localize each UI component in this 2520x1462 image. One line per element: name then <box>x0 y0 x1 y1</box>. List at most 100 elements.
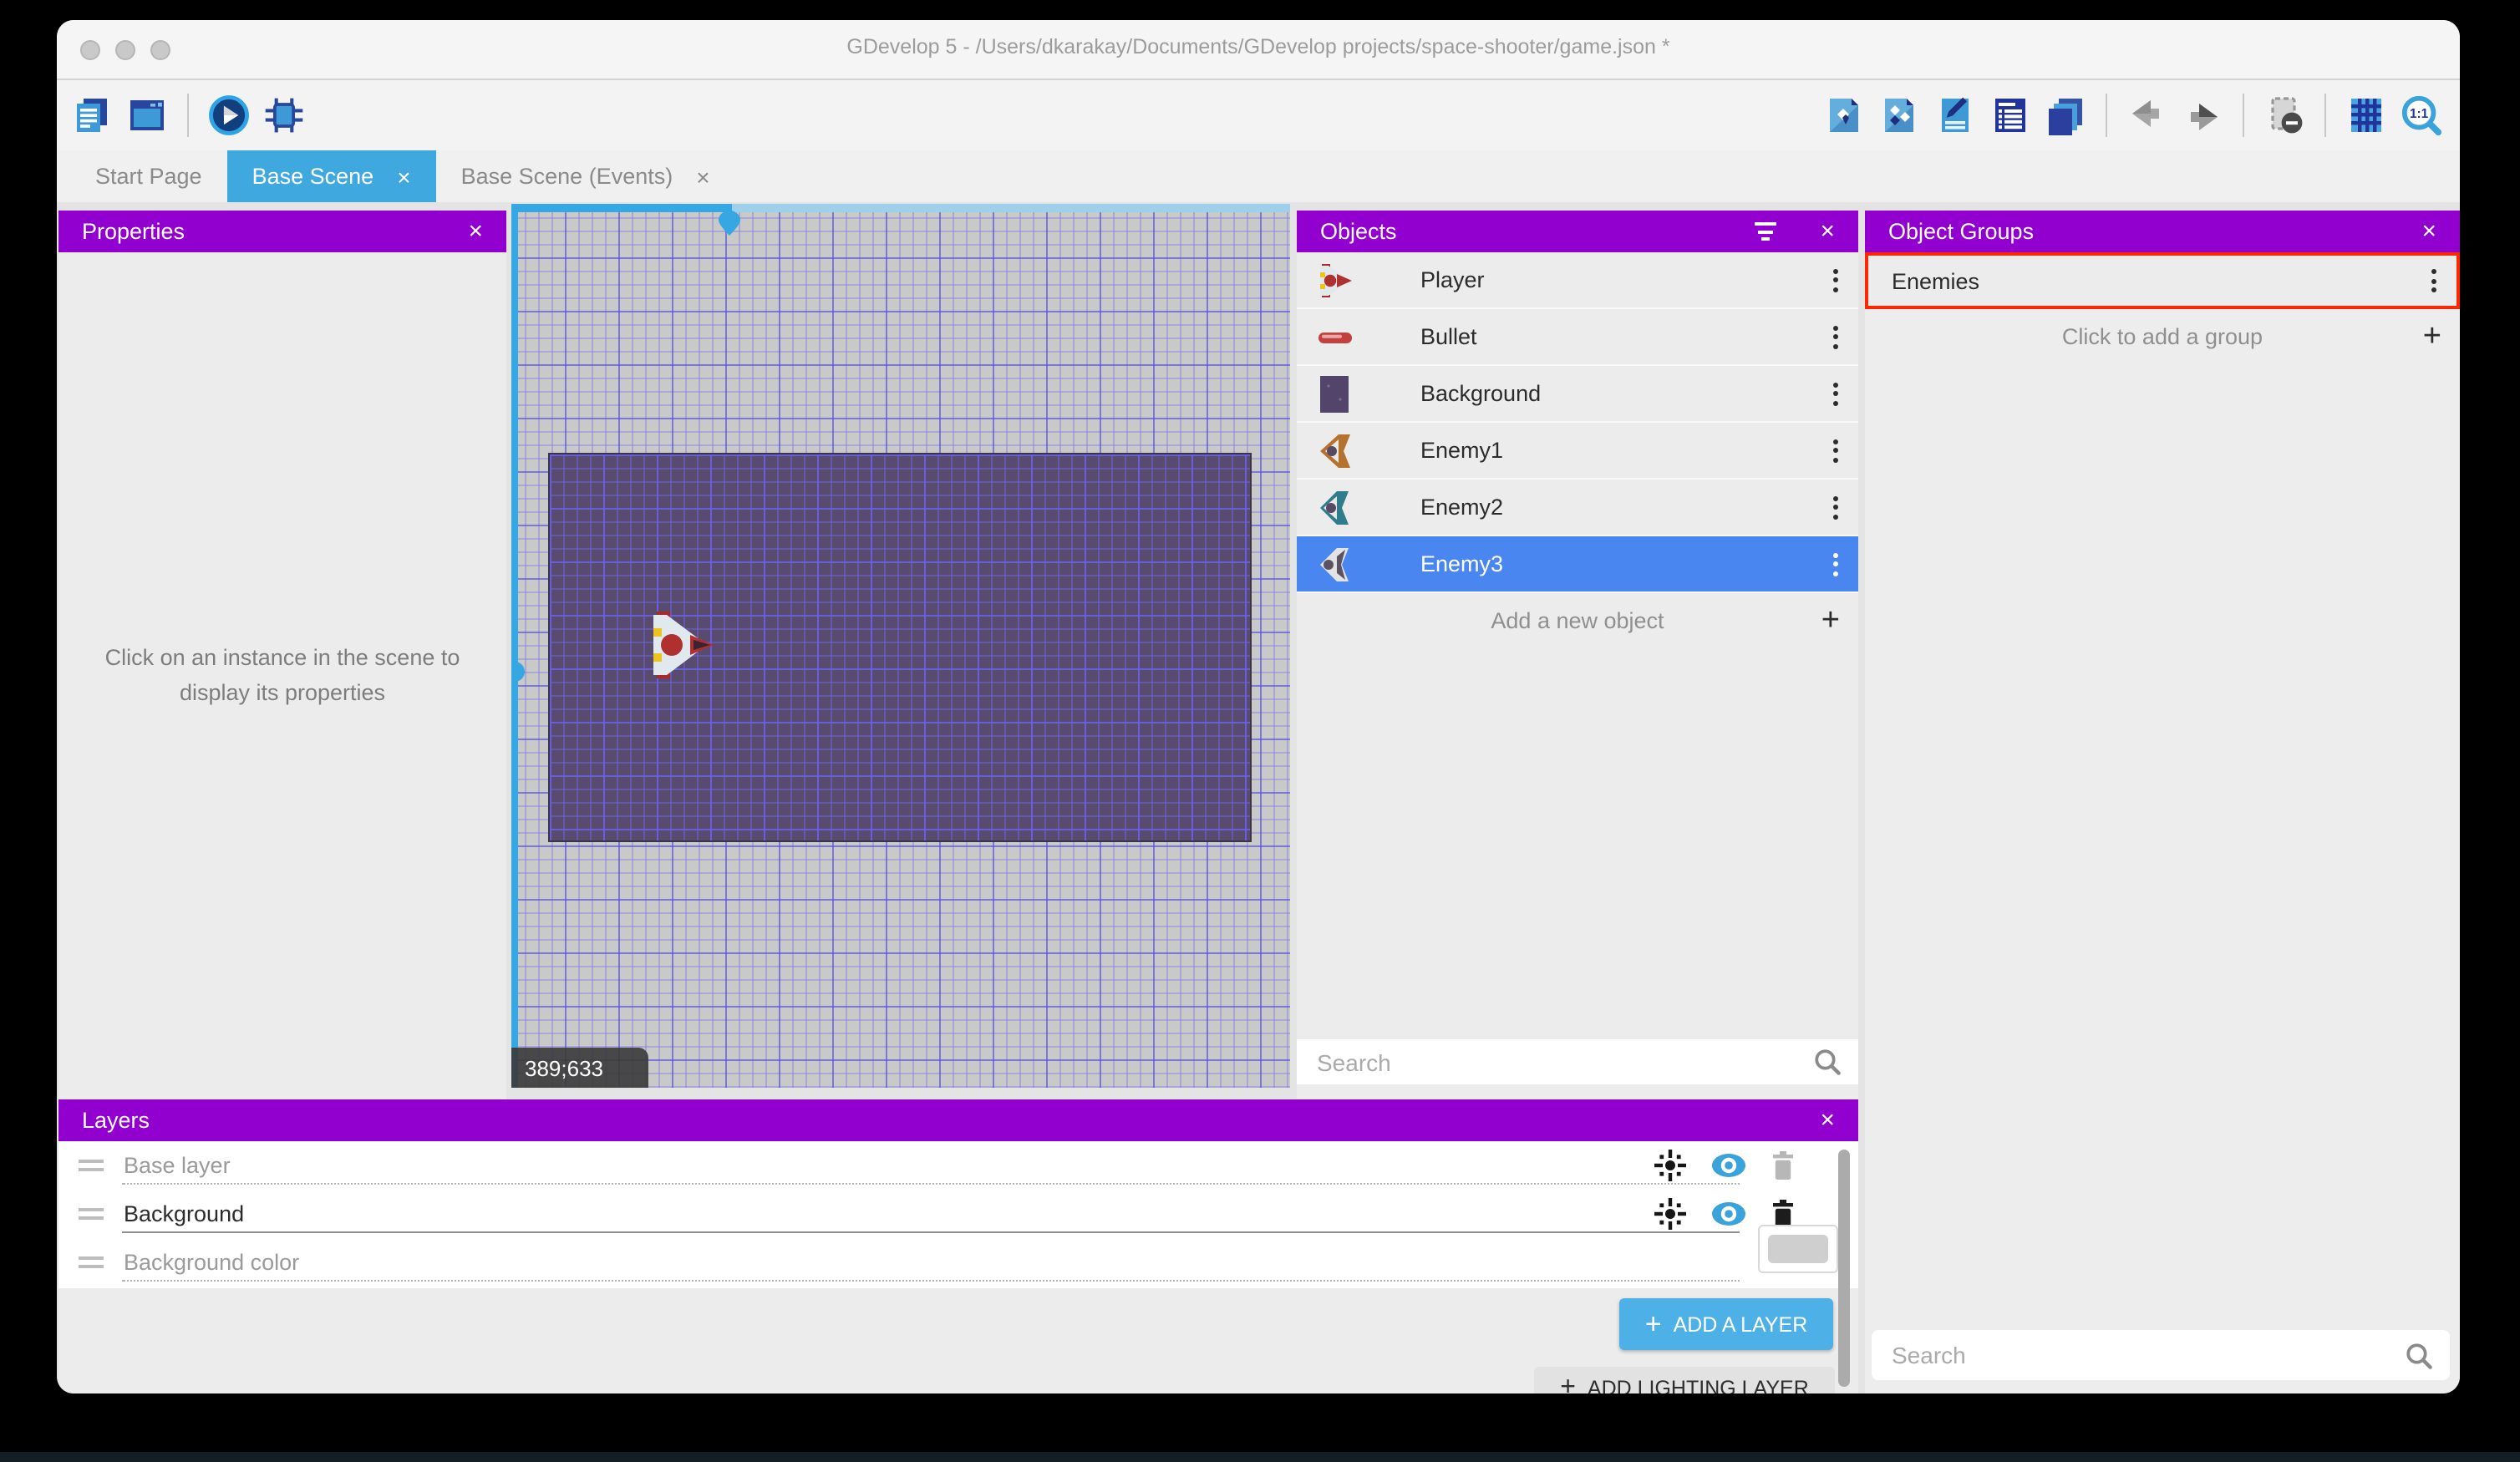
object-menu-icon[interactable] <box>1833 552 1838 576</box>
object-name: Bullet <box>1420 324 1477 349</box>
open-layers-editor-icon[interactable] <box>2044 94 2087 137</box>
drag-handle-icon[interactable] <box>79 1256 104 1268</box>
drag-handle-icon[interactable] <box>79 1160 104 1171</box>
object-groups-list: Enemies Click to add a group + <box>1865 252 2460 1393</box>
layer-visibility-eye-icon[interactable] <box>1711 1153 1746 1178</box>
plus-icon: + <box>1645 1307 1662 1341</box>
layer-effects-icon[interactable] <box>1654 1198 1686 1230</box>
add-layer-button[interactable]: + ADD A LAYER <box>1619 1298 1833 1350</box>
close-icon[interactable]: × <box>1820 1108 1835 1133</box>
object-row-bullet[interactable]: Bullet <box>1297 309 1858 366</box>
project-manager-icon[interactable] <box>70 94 114 137</box>
close-icon[interactable]: × <box>468 219 483 244</box>
object-row-enemy3[interactable]: Enemy3 <box>1297 536 1858 593</box>
properties-panel-body: Click on an instance in the scene to dis… <box>58 252 506 1099</box>
objects-list: Player Bullet <box>1297 252 1858 1099</box>
object-name: Enemy2 <box>1420 495 1503 520</box>
scene-resize-handle-left[interactable] <box>511 662 525 682</box>
add-lighting-layer-button[interactable]: + ADD LIGHTING LAYER <box>1534 1367 1835 1393</box>
screenshot-stage: GDevelop 5 - /Users/dkarakay/Documents/G… <box>0 0 2520 1462</box>
undo-icon[interactable] <box>2126 94 2169 137</box>
object-row-enemy2[interactable]: Enemy2 <box>1297 480 1858 536</box>
objects-search-box <box>1297 1039 1858 1084</box>
object-row-enemy1[interactable]: Enemy1 <box>1297 423 1858 480</box>
layer-row-base-layer[interactable]: Base layer <box>58 1141 1858 1190</box>
layer-row-background[interactable]: Background <box>58 1190 1858 1238</box>
layer-name: Background color <box>124 1250 299 1275</box>
tab-base-scene-events[interactable]: Base Scene (Events) × <box>436 150 735 202</box>
layer-name: Background <box>124 1201 244 1226</box>
tab-close-icon[interactable]: × <box>696 163 709 190</box>
open-object-groups-editor-icon[interactable] <box>1878 94 1922 137</box>
object-groups-panel-title: Object Groups <box>1888 219 2034 244</box>
objects-search-input[interactable] <box>1313 1047 1813 1077</box>
background-thumbnail-icon <box>1313 373 1357 414</box>
layer-visibility-eye-icon[interactable] <box>1711 1201 1746 1226</box>
drag-handle-icon[interactable] <box>79 1208 104 1220</box>
layer-name-underline <box>122 1280 1740 1282</box>
object-name: Player <box>1420 267 1485 292</box>
add-group-row[interactable]: Click to add a group + <box>1865 309 2460 364</box>
layer-delete-trash-icon[interactable] <box>1771 1200 1795 1228</box>
toggle-instances-mask-icon[interactable] <box>2263 94 2306 137</box>
layer-effects-icon[interactable] <box>1654 1150 1686 1181</box>
object-menu-icon[interactable] <box>1833 325 1838 348</box>
layer-delete-trash-icon[interactable] <box>1771 1151 1795 1180</box>
close-icon[interactable]: × <box>2421 219 2436 244</box>
plus-icon[interactable]: + <box>1821 602 1840 639</box>
objects-panel-title: Objects <box>1320 219 1397 244</box>
plus-icon: + <box>1560 1373 1576 1393</box>
desktop-shadow <box>0 1452 2520 1462</box>
filter-icon[interactable] <box>1755 222 1776 241</box>
object-row-player[interactable]: Player <box>1297 252 1858 309</box>
group-row-enemies[interactable]: Enemies <box>1865 252 2460 309</box>
tab-start-page[interactable]: Start Page <box>70 150 227 202</box>
layer-row-background-color[interactable]: Background color <box>58 1238 1858 1287</box>
cursor-coordinates-badge: 389;633 <box>511 1048 648 1088</box>
scene-editor-canvas[interactable]: 389;633 <box>511 204 1290 1088</box>
open-instances-list-icon[interactable] <box>1989 94 2032 137</box>
scene-window-icon[interactable] <box>125 94 169 137</box>
svg-text:1:1: 1:1 <box>2410 107 2429 121</box>
toolbar-divider <box>187 94 189 137</box>
object-menu-icon[interactable] <box>1833 268 1838 292</box>
tab-close-icon[interactable]: × <box>397 163 410 190</box>
object-name: Background <box>1420 381 1541 406</box>
add-new-object-row[interactable]: Add a new object + <box>1297 593 1858 648</box>
enemy3-thumbnail-icon <box>1313 544 1357 584</box>
enemy2-thumbnail-icon <box>1313 487 1357 527</box>
properties-empty-message: Click on an instance in the scene to dis… <box>89 641 476 711</box>
object-groups-search-input[interactable] <box>1888 1340 2405 1370</box>
properties-panel-header: Properties × <box>58 211 506 252</box>
group-menu-icon[interactable] <box>2431 269 2436 292</box>
object-row-background[interactable]: Background <box>1297 366 1858 423</box>
scene-window-border-top-light <box>732 204 1290 212</box>
player-object-instance[interactable] <box>643 612 720 678</box>
background-color-picker[interactable] <box>1758 1225 1838 1273</box>
plus-icon[interactable]: + <box>2423 318 2441 355</box>
object-menu-icon[interactable] <box>1833 382 1838 405</box>
tab-base-scene[interactable]: Base Scene × <box>227 150 436 202</box>
play-preview-icon[interactable] <box>207 94 251 137</box>
add-lighting-layer-button-label: ADD LIGHTING LAYER <box>1588 1377 1809 1393</box>
object-menu-icon[interactable] <box>1833 439 1838 462</box>
toggle-grid-icon[interactable] <box>2345 94 2388 137</box>
scene-window-border-left <box>511 204 518 1088</box>
color-swatch <box>1768 1235 1828 1263</box>
object-menu-icon[interactable] <box>1833 495 1838 519</box>
redo-icon[interactable] <box>2181 94 2224 137</box>
add-group-label: Click to add a group <box>2062 324 2263 349</box>
zoom-one-to-one-icon[interactable]: 1:1 <box>2400 94 2443 137</box>
player-thumbnail-icon <box>1313 260 1357 300</box>
scene-resize-handle-top[interactable] <box>719 211 740 236</box>
layers-scrollbar[interactable] <box>1838 1150 1850 1387</box>
scene-window-border-top <box>511 204 732 212</box>
edit-scene-properties-icon[interactable] <box>1933 94 1977 137</box>
open-objects-editor-icon[interactable] <box>1823 94 1867 137</box>
object-name: Enemy3 <box>1420 551 1503 576</box>
group-name: Enemies <box>1892 268 1979 293</box>
debug-icon[interactable] <box>262 94 306 137</box>
search-icon <box>1813 1048 1842 1076</box>
close-icon[interactable]: × <box>1820 219 1835 244</box>
object-groups-panel-header: Object Groups × <box>1865 211 2460 252</box>
